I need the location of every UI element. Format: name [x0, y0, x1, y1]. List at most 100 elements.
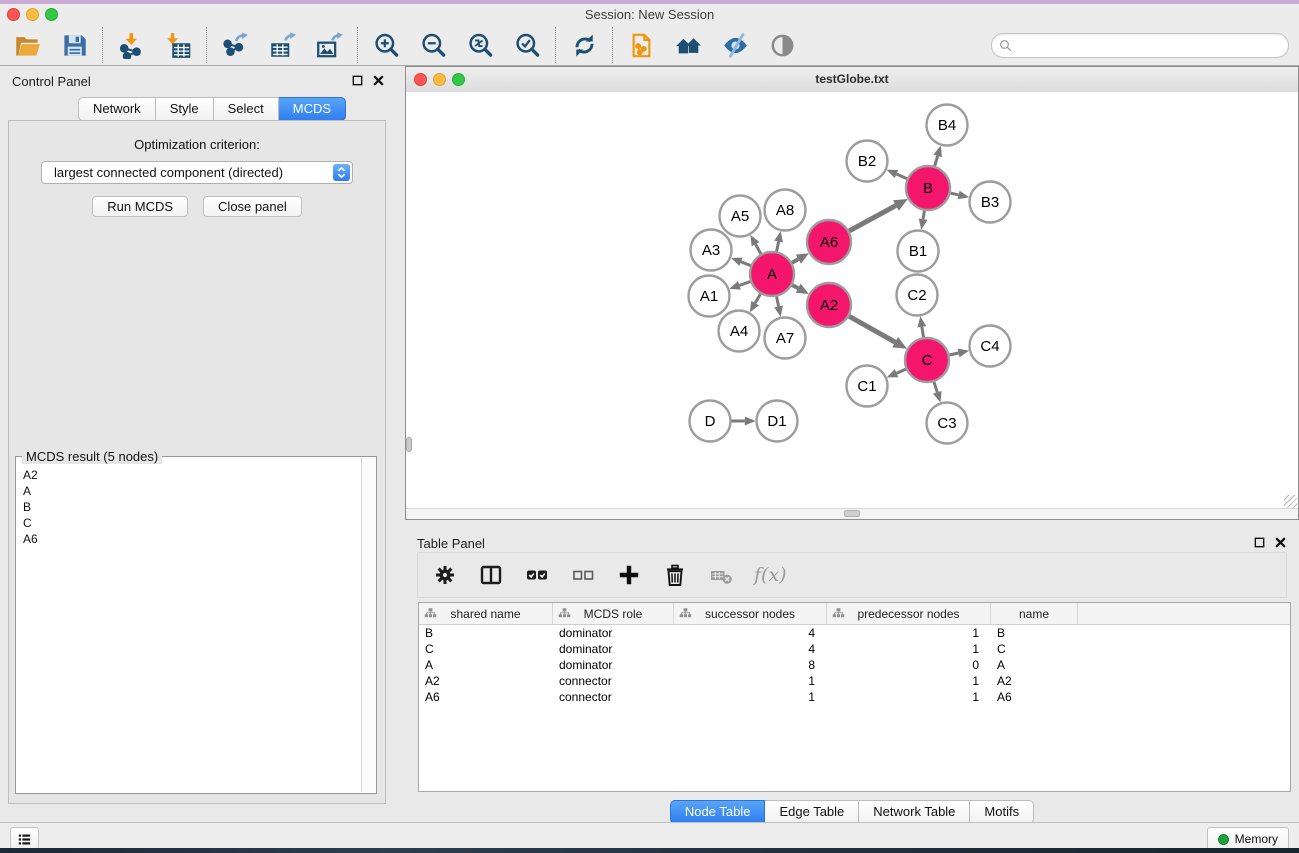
zoom-in-icon[interactable] — [371, 30, 401, 60]
mcds-result-list[interactable]: A2ABCA6 — [17, 461, 361, 792]
table-cell[interactable]: A — [419, 657, 553, 673]
node-A[interactable]: A — [750, 252, 794, 296]
run-mcds-button[interactable]: Run MCDS — [92, 196, 188, 217]
table-cell[interactable]: A6 — [419, 689, 553, 705]
export-image-icon[interactable] — [314, 30, 344, 60]
table-cell[interactable]: dominator — [553, 625, 674, 641]
edge-C-C1[interactable] — [897, 369, 906, 373]
table-cell[interactable]: 1 — [827, 641, 991, 657]
table-cell[interactable]: B — [991, 625, 1078, 641]
close-panel-button[interactable]: Close panel — [203, 196, 302, 217]
table-cell[interactable]: 1 — [674, 689, 827, 705]
criterion-dropdown[interactable]: largest connected component (directed) — [41, 161, 353, 184]
float-panel-icon[interactable] — [1253, 536, 1266, 549]
table-cell[interactable]: 4 — [674, 641, 827, 657]
edge-A-A1[interactable] — [739, 282, 750, 286]
node-B1[interactable]: B1 — [898, 231, 939, 272]
tab-motifs[interactable]: Motifs — [970, 800, 1034, 824]
import-table-icon[interactable] — [163, 30, 193, 60]
edge-B-B3[interactable] — [950, 193, 958, 195]
table-cell[interactable]: C — [419, 641, 553, 657]
table-cell[interactable]: connector — [553, 673, 674, 689]
table-row[interactable]: Cdominator41C — [419, 641, 1290, 657]
node-D[interactable]: D — [690, 401, 731, 442]
export-network-icon[interactable] — [220, 30, 250, 60]
edge-B-B1[interactable] — [923, 211, 924, 219]
node-C3[interactable]: C3 — [927, 403, 968, 444]
tab-select[interactable]: Select — [214, 97, 279, 121]
node-A3[interactable]: A3 — [691, 230, 732, 271]
function-builder-icon[interactable]: f(x) — [752, 564, 787, 586]
node-A1[interactable]: A1 — [689, 276, 730, 317]
mcds-result-item[interactable]: C — [23, 515, 361, 531]
edge-A-A2[interactable] — [792, 285, 798, 288]
column-header-predecessor-nodes[interactable]: predecessor nodes — [827, 603, 991, 624]
edge-A-A4[interactable] — [755, 294, 760, 303]
zoom-out-icon[interactable] — [418, 30, 448, 60]
edge-A-A6[interactable] — [792, 259, 798, 263]
delete-table-icon[interactable] — [706, 560, 736, 590]
edge-A6-B[interactable] — [849, 205, 896, 231]
node-A4[interactable]: A4 — [719, 311, 760, 352]
column-header-shared-name[interactable]: shared name — [419, 603, 553, 624]
table-cell[interactable]: A2 — [419, 673, 553, 689]
mcds-result-item[interactable]: A2 — [23, 467, 361, 483]
float-panel-icon[interactable] — [351, 74, 364, 87]
tab-network[interactable]: Network — [78, 97, 156, 121]
open-session-icon[interactable] — [12, 30, 42, 60]
tab-network-table[interactable]: Network Table — [859, 800, 970, 824]
zoom-selected-icon[interactable] — [512, 30, 542, 60]
node-B[interactable]: B — [906, 166, 950, 210]
table-row[interactable]: Adominator80A — [419, 657, 1290, 673]
save-session-icon[interactable] — [59, 30, 89, 60]
edge-C-C3[interactable] — [934, 382, 937, 392]
result-scrollbar[interactable] — [361, 458, 376, 792]
node-A5[interactable]: A5 — [720, 196, 761, 237]
edge-C-C2[interactable] — [922, 327, 924, 337]
export-table-icon[interactable] — [267, 30, 297, 60]
tab-style[interactable]: Style — [156, 97, 214, 121]
table-cell[interactable]: connector — [553, 689, 674, 705]
table-row[interactable]: A2connector11A2 — [419, 673, 1290, 689]
node-B4[interactable]: B4 — [927, 105, 968, 146]
tab-node-table[interactable]: Node Table — [670, 800, 766, 824]
delete-column-icon[interactable] — [660, 560, 690, 590]
table-cell[interactable]: A — [991, 657, 1078, 673]
network-graph[interactable]: B4B2BB3A8A5A6A3B1AC2A1A2A4A7C4CC1C3DD1 — [406, 92, 1298, 509]
enable-all-columns-icon[interactable] — [522, 560, 552, 590]
node-B2[interactable]: B2 — [847, 141, 888, 182]
window-resize-grip[interactable] — [1284, 495, 1297, 508]
mcds-result-item[interactable]: A — [23, 483, 361, 499]
column-header-name[interactable]: name — [991, 603, 1078, 624]
share-session-icon[interactable] — [626, 30, 656, 60]
add-column-icon[interactable] — [614, 560, 644, 590]
home-layout-icon[interactable] — [673, 30, 703, 60]
network-window-titlebar[interactable]: testGlobe.txt — [406, 67, 1298, 93]
table-cell[interactable]: 1 — [827, 625, 991, 641]
refresh-layout-icon[interactable] — [569, 30, 599, 60]
show-network-icon[interactable] — [767, 30, 797, 60]
table-cell[interactable]: dominator — [553, 641, 674, 657]
network-vertical-scrollbar[interactable] — [406, 92, 412, 509]
node-C1[interactable]: C1 — [847, 366, 888, 407]
mcds-result-item[interactable]: B — [23, 499, 361, 515]
search-input[interactable] — [1013, 36, 1288, 54]
table-cell[interactable]: 0 — [827, 657, 991, 673]
column-header-successor-nodes[interactable]: successor nodes — [674, 603, 827, 624]
node-D1[interactable]: D1 — [757, 401, 798, 442]
edge-C-C4[interactable] — [949, 353, 958, 355]
edge-A-A7[interactable] — [777, 297, 779, 307]
node-A8[interactable]: A8 — [765, 190, 806, 231]
edge-A-A5[interactable] — [756, 244, 761, 254]
table-row[interactable]: Bdominator41B — [419, 625, 1290, 641]
node-C4[interactable]: C4 — [970, 326, 1011, 367]
split-panel-icon[interactable] — [476, 560, 506, 590]
network-canvas[interactable]: B4B2BB3A8A5A6A3B1AC2A1A2A4A7C4CC1C3DD1 — [406, 92, 1298, 509]
disable-all-columns-icon[interactable] — [568, 560, 598, 590]
node-A2[interactable]: A2 — [807, 283, 851, 327]
mcds-result-item[interactable]: A6 — [23, 531, 361, 547]
table-cell[interactable]: 1 — [827, 689, 991, 705]
table-cell[interactable]: A2 — [991, 673, 1078, 689]
table-cell[interactable]: 4 — [674, 625, 827, 641]
import-network-icon[interactable] — [116, 30, 146, 60]
